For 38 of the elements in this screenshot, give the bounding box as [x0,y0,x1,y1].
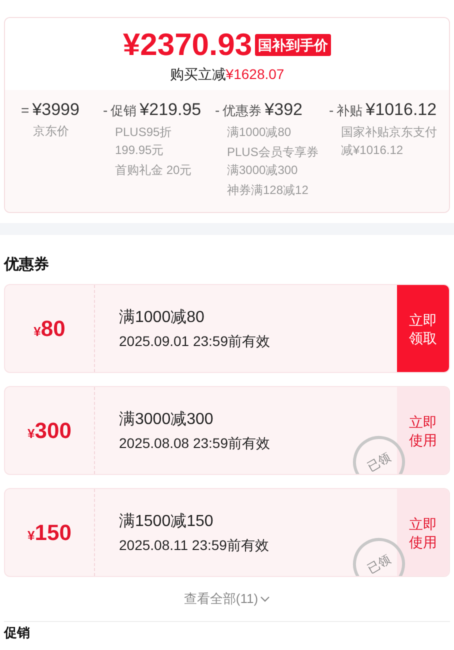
section-title: 优惠券 [2,255,50,275]
coupon-action-button[interactable]: 立即领取 [397,285,449,372]
breakdown-amount: ¥219.95 [140,99,202,121]
final-price: ¥2370.93 [122,28,252,62]
coupon-validity: 2025.08.08 23:59前有效 [119,434,271,452]
operator-sign: - [215,101,220,120]
breakdown-amount: ¥1016.12 [366,99,437,121]
breakdown-label: 促销 [110,102,137,120]
coupon-validity: 2025.09.01 23:59前有效 [119,332,271,350]
breakdown-label: 补贴 [336,102,363,120]
coupon-value: ¥300 [28,417,72,445]
breakdown-detail: 神券满128减12 [227,182,310,199]
breakdown-detail: 京东价 [33,123,70,140]
coupon-action-button[interactable]: 立即使用 [397,387,449,474]
operator-sign: - [329,101,334,120]
chevron-down-icon [260,596,270,602]
breakdown-label: 优惠券 [222,102,262,120]
coupon-value: ¥80 [34,315,66,343]
breakdown-detail: 满1000减80 [227,124,292,141]
coupon-condition: 满1500减150 [119,512,214,532]
coupon-condition: 满1000减80 [119,308,206,328]
breakdown-amount: ¥392 [264,99,302,121]
breakdown-amount: ¥3999 [32,99,80,121]
coupon-validity: 2025.08.11 23:59前有效 [119,536,270,554]
view-all-link[interactable]: 查看全部(11) [184,589,270,608]
coupon-action-button[interactable]: 立即使用 [397,489,449,576]
operator-sign: - [103,101,108,120]
breakdown-detail: 首购礼金 20元 [115,162,193,179]
operator-sign: = [21,101,30,120]
breakdown-detail: 国家补贴京东支付减¥1016.12 [341,124,438,159]
coupon-condition: 满3000减300 [119,410,214,430]
section-title: 促销 [2,624,31,640]
breakdown-detail: PLUS会员专享券满3000减300 [227,144,320,179]
saving-label: 购买立减 [170,65,226,84]
price-badge: 国补到手价 [255,34,332,56]
saving-amount: ¥1628.07 [226,65,284,84]
coupon-value: ¥150 [28,519,72,547]
breakdown-detail: PLUS95折 199.95元 [115,124,173,159]
